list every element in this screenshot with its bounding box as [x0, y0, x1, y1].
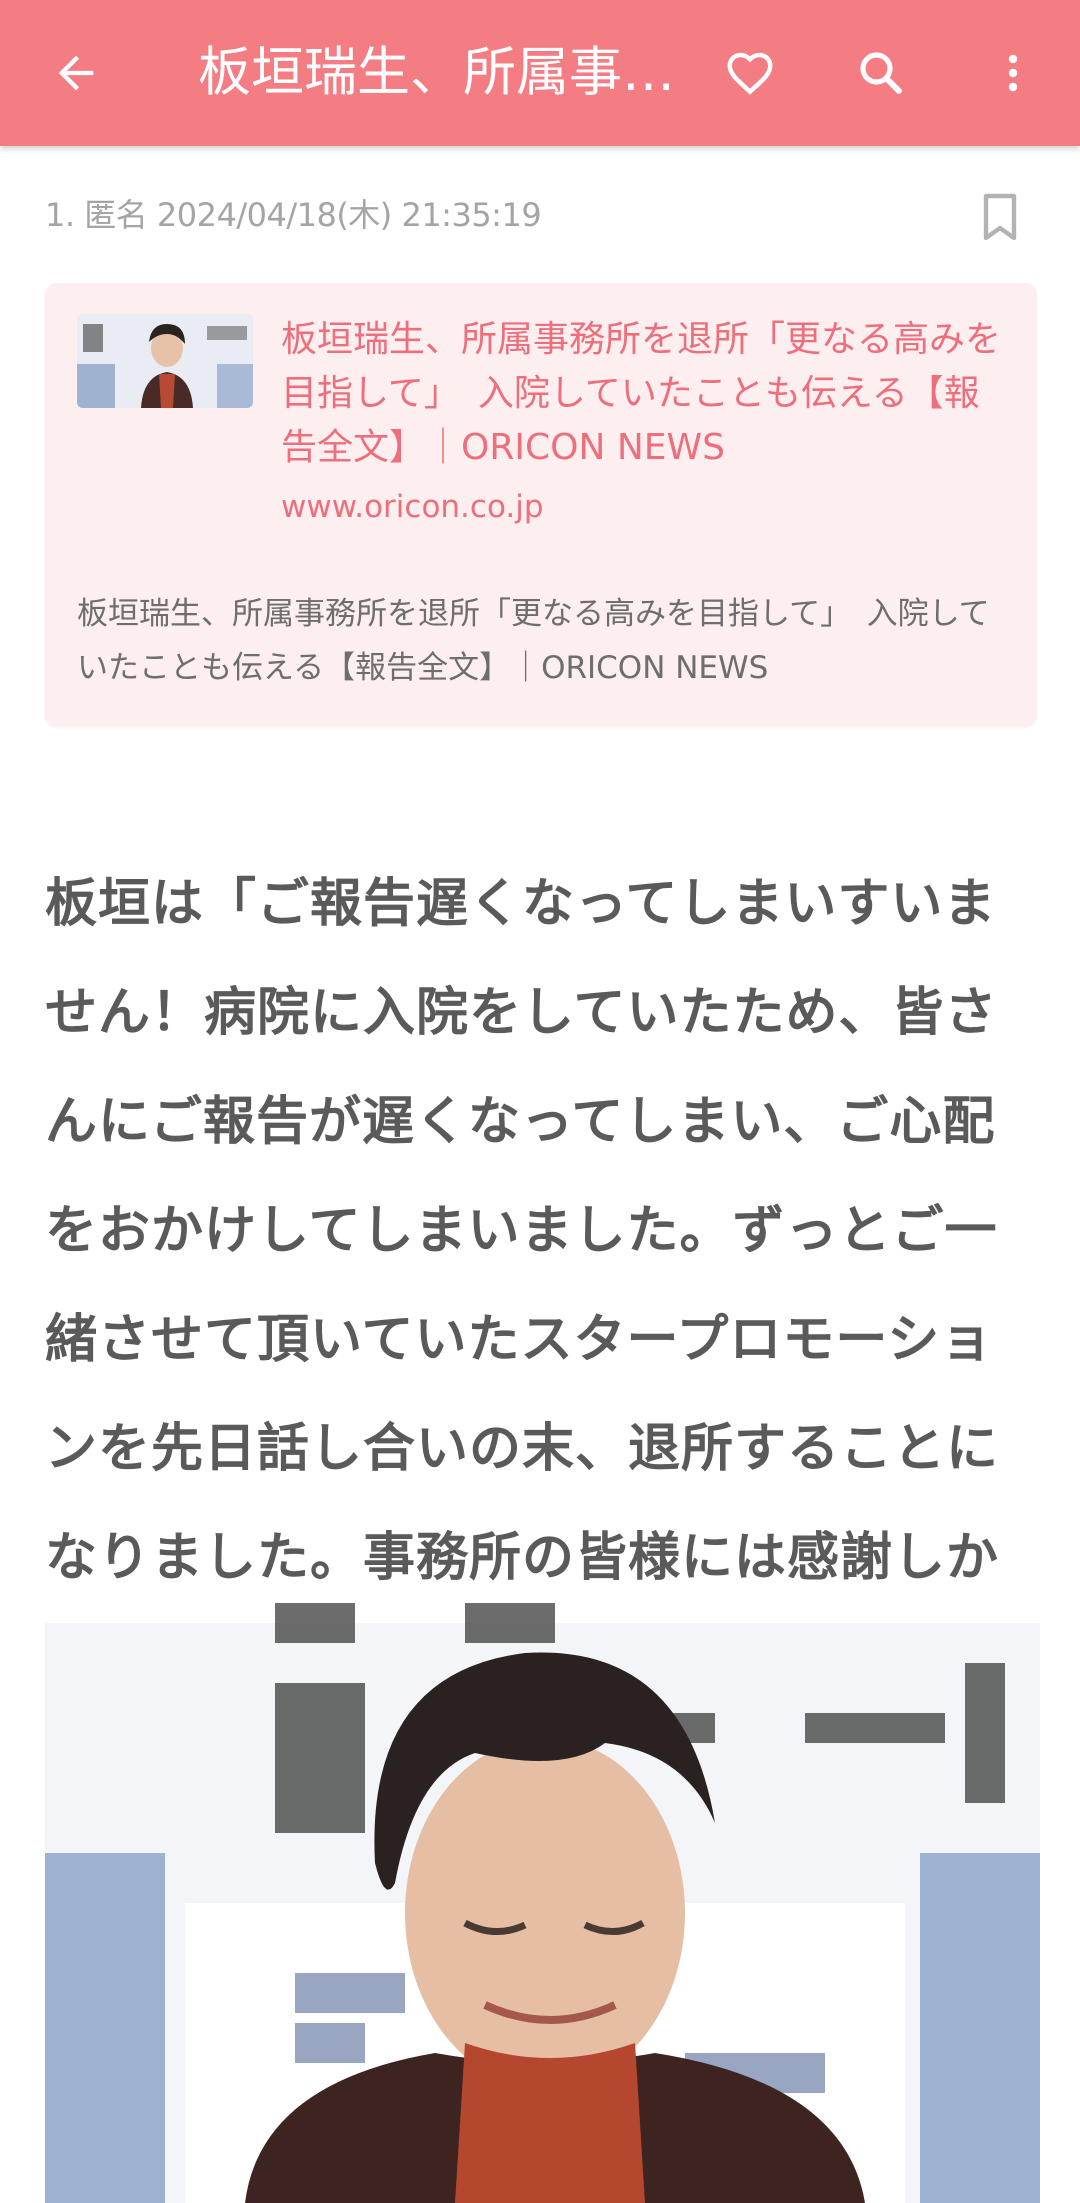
link-thumbnail	[77, 314, 253, 408]
back-arrow-icon[interactable]	[36, 33, 116, 113]
bookmark-icon[interactable]	[980, 192, 1026, 250]
more-options-icon[interactable]	[973, 33, 1053, 113]
page-title: 板垣瑞生、所属事務所を退所「更なる高みを目指して」 入院していたことも伝える【報…	[198, 42, 678, 103]
link-description: 板垣瑞生、所属事務所を退所「更なる高みを目指して」 入院していたことも伝える【報…	[77, 596, 990, 686]
app-bar: 板垣瑞生、所属事務所を退所「更なる高みを目指して」 入院していたことも伝える【報…	[0, 0, 1080, 146]
link-preview-card[interactable]: 板垣瑞生、所属事務所を退所「更なる高みを目指して」 入院していたことも伝える【報…	[45, 283, 1037, 727]
link-domain[interactable]: www.oricon.co.jp	[281, 489, 544, 525]
search-icon[interactable]	[841, 33, 921, 113]
post-body-text: 板垣は「ご報告遅くなってしまいすいません！病院に入院をしていたため、皆さんにご報…	[45, 874, 1000, 1697]
post-meta: 1. 匿名 2024/04/18(木) 21:35:19	[45, 196, 542, 234]
heart-icon[interactable]	[710, 33, 790, 113]
post-photo[interactable]	[45, 1603, 1040, 2203]
link-title[interactable]: 板垣瑞生、所属事務所を退所「更なる高みを目指して」 入院していたことも伝える【報…	[281, 313, 1001, 475]
